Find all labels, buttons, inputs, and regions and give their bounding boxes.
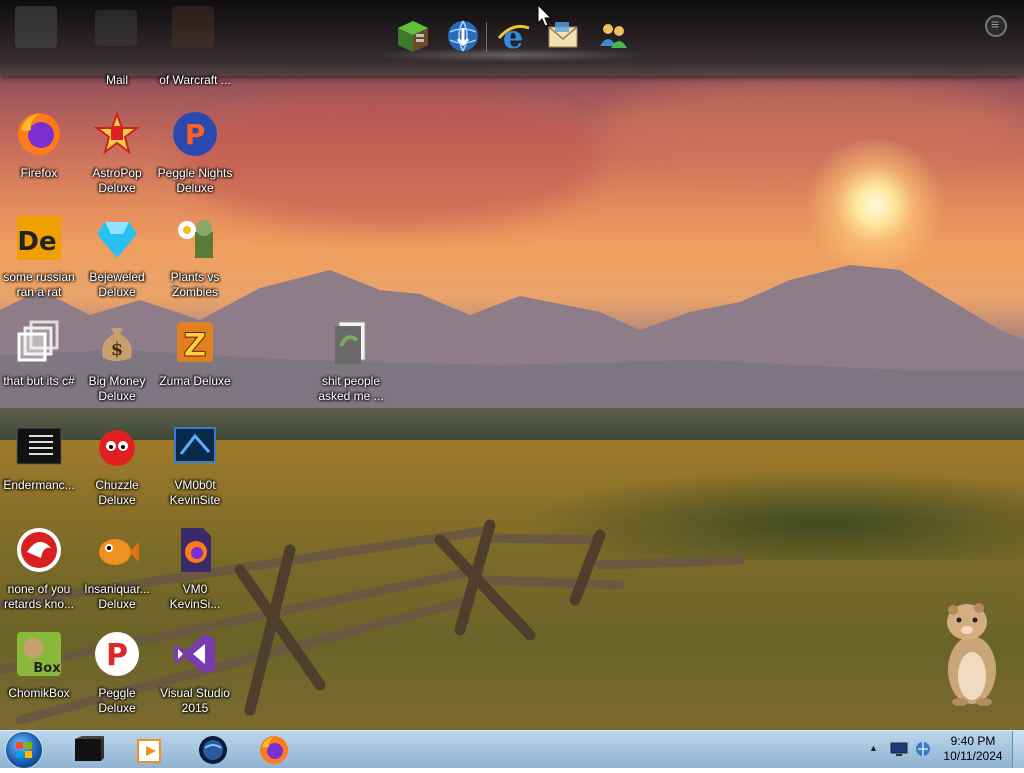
visual-studio-icon [174,634,215,674]
windows-start-icon[interactable] [6,732,42,768]
desktop-icon-visual-studio-2015[interactable]: Visual Studio 2015 [156,630,234,716]
firefox-file-icon [181,528,211,572]
desktop-icon-plants-vs-zombies[interactable]: Plants vs Zombies [156,214,234,300]
red-app-icon [17,528,61,572]
globe-app-icon[interactable] [197,734,229,766]
desktop-icon-chomikbox[interactable]: Box ChomikBox [0,630,78,701]
insaniquarium-icon [99,539,139,565]
astropop-icon [94,111,140,155]
copy-windows-icon [17,320,59,362]
desktop-icon-chuzzle[interactable]: Chuzzle Deluxe [78,422,156,508]
icon-label: Zuma Deluxe [159,374,231,388]
svg-text:Box: Box [33,661,61,676]
icon-label: Peggle Nights Deluxe [157,166,233,195]
icon-label: Insaniquar... Deluxe [84,582,150,611]
icon-label: AstroPop Deluxe [92,166,142,195]
peggle-nights-icon: P [173,112,217,156]
icon-label: Firefox [20,166,58,180]
icon-label: none of you retards kno... [3,582,75,611]
terminal-icon [16,427,62,465]
icon-label: ChomikBox [8,686,70,700]
clock[interactable]: 9:40 PM 10/11/2024 [935,734,1011,764]
svg-text:P: P [185,118,206,151]
icon-label: Endermanc... [3,478,75,492]
desktop-icon-none-of-you[interactable]: none of you retards kno... [0,526,78,612]
desktop-icon-vm0b0t-kevinsite[interactable]: VM0b0t KevinSite [156,422,234,508]
icon-label: Visual Studio 2015 [160,686,230,715]
svg-text:P: P [106,638,128,673]
firefox-icon[interactable] [258,734,290,766]
desktop-icon-peggle[interactable]: P Peggle Deluxe [78,630,156,716]
desktop-icon-bejeweled[interactable]: Bejeweled Deluxe [78,214,156,300]
desktop-icon-shit-people-asked-me[interactable]: shit people asked me ... [312,318,390,404]
hamster-mascot[interactable] [935,598,1005,708]
desktop-icon-that-but-its-csharp[interactable]: that but its c# [0,318,78,389]
desktop-icon-firefox[interactable]: Firefox [0,110,78,181]
desktop-icon-vm0-kevinsite[interactable]: VM0 KevinSi... [156,526,234,612]
svg-text:$: $ [111,339,124,360]
mouse-cursor-icon [537,4,553,27]
messenger-icon[interactable] [595,18,631,54]
desktop-icon-some-russian-ran-a-rat[interactable]: De some russian ran a rat [0,214,78,300]
icon-label: VM0 KevinSi... [169,582,221,611]
svg-text:Z: Z [183,326,206,364]
network-globe-icon[interactable] [445,18,481,54]
icon-label: Plants vs Zombies [170,270,220,299]
icon-label: Peggle Deluxe [98,686,136,715]
folder-icon [335,321,366,364]
desktop-icon-peggle-nights[interactable]: P Peggle Nights Deluxe [156,110,234,196]
icon-label: that but its c# [3,374,75,388]
bejeweled-icon [97,222,137,258]
partial-desktop-icon [15,6,57,48]
desktop-icon-insaniquarium[interactable]: Insaniquar... Deluxe [78,526,156,612]
dock-separator [486,22,487,52]
sun [800,140,950,270]
show-desktop-button[interactable] [1012,731,1024,768]
icon-label: Chuzzle Deluxe [95,478,139,507]
desktop-icon-astropop[interactable]: AstroPop Deluxe [78,110,156,196]
vm-site-icon [174,427,216,463]
media-player-icon[interactable] [134,734,166,766]
icon-label: Bejeweled Deluxe [89,270,145,299]
partial-warcraft-icon [172,6,214,48]
internet-explorer-icon[interactable]: e [495,18,531,54]
terminal-app-icon[interactable] [72,734,104,766]
chuzzle-icon [99,430,135,466]
icon-label: Mail [105,73,128,87]
zuma-icon: Z [177,322,213,365]
desktop-icon-mail[interactable]: Mail [78,73,156,88]
firefox-icon [18,113,60,155]
svg-text:e: e [503,18,523,54]
chomikbox-icon: Box [17,632,61,676]
plants-vs-zombies-icon [178,220,213,258]
menu-icon[interactable] [985,15,1007,37]
top-dock: e [0,0,1024,76]
clock-date: 10/11/2024 [943,749,1003,763]
network-icon[interactable] [914,740,932,758]
de-app-icon: De [17,216,61,260]
show-hidden-arrow-icon[interactable]: ▲ [869,743,878,753]
minecraft-icon[interactable] [395,18,431,54]
clock-time: 9:40 PM [950,734,996,748]
cloud [180,90,600,230]
icon-label: Big Money Deluxe [88,374,146,403]
desktop-icon-zuma[interactable]: Z Zuma Deluxe [156,318,234,389]
cloud [600,80,1020,170]
icon-label: VM0b0t KevinSite [169,478,221,507]
taskbar: ▲ 9:40 PM 10/11/2024 [0,730,1024,768]
partial-mail-icon [95,10,137,46]
icon-label: some russian ran a rat [3,270,75,299]
desktop-icon-world-of-warcraft[interactable]: of Warcraft ... [155,73,235,88]
money-bag-icon: $ [102,328,132,361]
icon-label: of Warcraft ... [159,73,231,87]
monitor-icon[interactable] [890,742,908,757]
desktop-icon-endermanch[interactable]: Endermanc... [0,422,78,493]
peggle-icon: P [95,632,139,676]
svg-text:De: De [17,227,56,257]
icon-label: shit people asked me ... [318,374,384,403]
desktop-icon-big-money[interactable]: $ Big Money Deluxe [78,318,156,404]
